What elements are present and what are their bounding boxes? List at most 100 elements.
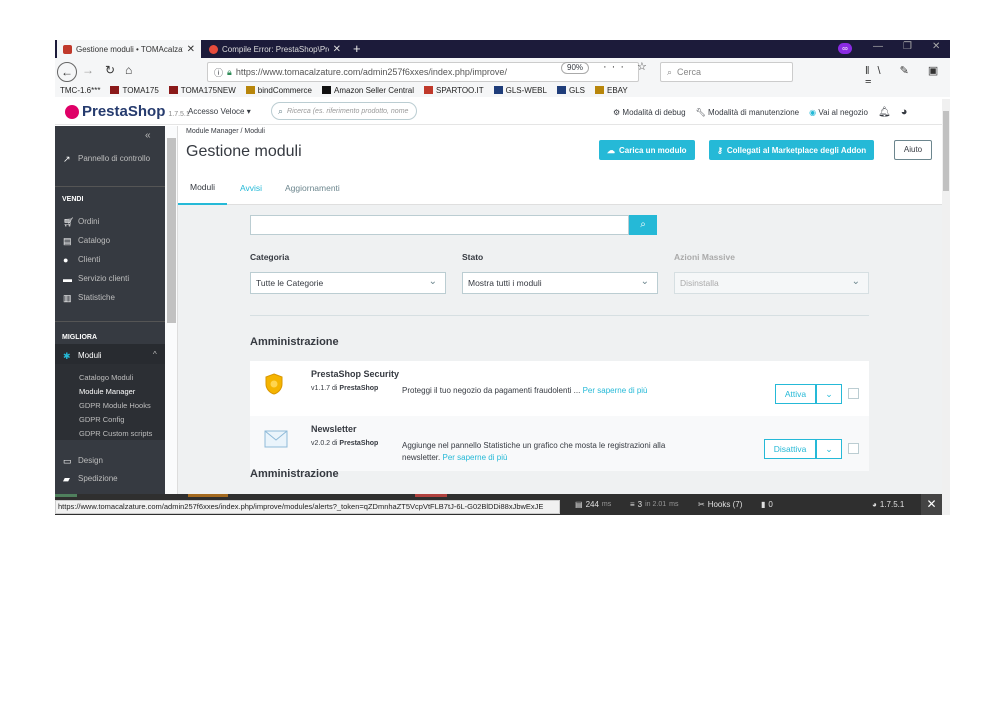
tab-alerts[interactable]: Avvisi <box>240 170 262 205</box>
scrollbar-thumb[interactable] <box>943 111 949 191</box>
search-icon: ⌕ <box>278 105 284 116</box>
user-icon: ● <box>63 254 69 265</box>
sidebar-item-dashboard[interactable]: ↗ Pannello di controllo <box>63 154 150 163</box>
maximize-icon[interactable]: ❐ <box>903 41 912 52</box>
read-more-link[interactable]: Per saperne di più <box>583 386 648 395</box>
debug-mode-link[interactable]: ⚙ Modalità di debug <box>613 108 686 117</box>
load-time-item[interactable]: ▤ 244 ms <box>575 500 611 509</box>
window-close-icon[interactable]: ✕ <box>932 41 940 52</box>
minimize-icon[interactable]: — <box>873 41 883 52</box>
sidebar-item-customers[interactable]: ● Clienti <box>63 255 100 264</box>
upload-module-button[interactable]: ☁ Carica un modulo <box>599 140 695 160</box>
divider <box>250 315 869 316</box>
enable-module-button[interactable]: Attiva <box>775 384 816 404</box>
admin-sidebar: « ↗ Pannello di controllo VENDI 🛒︎ Ordini… <box>55 126 165 494</box>
submenu-item-module-manager[interactable]: Module Manager <box>79 387 135 396</box>
sidebar-item-orders[interactable]: 🛒︎ Ordini <box>63 217 99 226</box>
key-icon: ⚷ <box>717 145 723 155</box>
marketplace-connect-button[interactable]: ⚷ Collegati al Marketplace degli Addon <box>709 140 875 160</box>
submenu-item-gdpr-config[interactable]: GDPR Config <box>79 415 124 424</box>
security-shield-icon <box>265 373 283 395</box>
bookmark[interactable]: Amazon Seller Central <box>322 86 414 95</box>
browser-tab-active[interactable]: Gestione moduli • TOMAcalzat ✕ <box>57 40 201 58</box>
module-search-button[interactable]: ⌕ <box>629 215 657 235</box>
header-actions: ⚙ Modalità di debug 🔧︎ Modalità di manut… <box>613 106 907 118</box>
module-search-input[interactable] <box>250 215 629 235</box>
category-select[interactable]: Tutte le Categorie ⌄ <box>250 272 446 294</box>
module-checkbox[interactable] <box>848 443 859 454</box>
home-icon[interactable]: ⌂ <box>125 63 132 77</box>
sidebar-item-design[interactable]: ▭ Design <box>63 456 103 465</box>
toolbar-status-segment <box>415 494 447 497</box>
employee-avatar-icon[interactable]: ◕ <box>901 106 908 118</box>
bookmark[interactable]: GLS <box>556 86 585 95</box>
page-actions-icon[interactable]: ··· ☆ <box>603 60 652 73</box>
browser-tab[interactable]: Compile Error: PrestaShop\Pre ✕ <box>203 40 347 58</box>
version-item[interactable]: ◕ 1.7.5.1 <box>872 500 904 509</box>
zoom-level[interactable]: 90% <box>561 62 590 74</box>
puzzle-icon: ✱ <box>63 350 71 361</box>
bulk-actions-select[interactable]: Disinstalla ⌄ <box>674 272 869 294</box>
info-icon[interactable]: ⓘ <box>214 66 223 79</box>
sidebar-divider <box>55 186 165 187</box>
go-to-shop-link[interactable]: ◉ Vai al negozio <box>809 108 868 117</box>
bookmark[interactable]: TOMA175 <box>110 86 159 95</box>
category-label: Categoria <box>250 252 290 262</box>
bookmark[interactable]: SPARTOO.IT <box>424 86 484 95</box>
sidebar-item-stats[interactable]: ▥ Statistiche <box>63 293 115 302</box>
scrollbar-thumb[interactable] <box>167 138 176 323</box>
sidebar-item-modules[interactable]: ✱ Moduli <box>63 351 102 360</box>
maintenance-mode-link[interactable]: 🔧︎ Modalità di manutenzione <box>696 108 800 117</box>
bookmark[interactable]: GLS-WEBL <box>493 86 547 95</box>
read-more-link[interactable]: Per saperne di più <box>442 453 507 462</box>
status-select[interactable]: Mostra tutti i moduli ⌄ <box>462 272 658 294</box>
collapse-sidebar-icon[interactable]: « <box>145 130 151 141</box>
chat-icon: ▬ <box>63 273 72 284</box>
module-name: Newsletter <box>311 424 357 434</box>
memory-icon: ▮ <box>761 500 766 509</box>
new-tab-button[interactable]: + <box>353 41 361 56</box>
admin-search-input[interactable]: ⌕ Ricerca (es. riferimento prodotto, nom… <box>271 102 417 120</box>
sidebar-item-catalog[interactable]: ▤ Catalogo <box>63 236 110 245</box>
bookmark[interactable]: EBAY <box>594 86 628 95</box>
bookmark[interactable]: bindCommerce <box>245 86 312 95</box>
search-icon: ⌕ <box>640 219 646 230</box>
chart-icon: ▥ <box>63 292 72 303</box>
sidebar-item-customer-service[interactable]: ▬ Servizio clienti <box>63 274 129 283</box>
forward-arrow-icon[interactable]: → <box>82 63 94 77</box>
bookmark-icon <box>493 86 503 94</box>
tab-updates[interactable]: Aggiornamenti <box>285 170 340 205</box>
memory-item[interactable]: ▮ 0 <box>761 500 773 509</box>
submenu-item-gdpr-hooks[interactable]: GDPR Module Hooks <box>79 401 151 410</box>
help-button[interactable]: Aiuto <box>894 140 932 160</box>
breadcrumb: Module Manager / Moduli <box>186 128 265 135</box>
submenu-item-module-catalog[interactable]: Catalogo Moduli <box>79 373 133 382</box>
browser-search-input[interactable]: ⌕ Cerca <box>660 62 793 82</box>
prestashop-logo[interactable]: PrestaShop 1.7.5.1 <box>65 103 190 120</box>
reload-icon[interactable]: ↻ <box>105 63 115 77</box>
bookmark[interactable]: TOMA175NEW <box>168 86 236 95</box>
bookmark[interactable]: TMC-1.6*** <box>60 86 100 95</box>
page-scrollbar[interactable] <box>942 99 950 515</box>
sidebar-item-shipping[interactable]: ▰ Spedizione <box>63 474 118 483</box>
quick-access-dropdown[interactable]: Accesso Veloce ▾ <box>188 107 251 116</box>
close-tab-icon[interactable]: ✕ <box>187 44 195 55</box>
search-placeholder: Cerca <box>677 67 702 77</box>
module-actions-dropdown[interactable]: ⌄ <box>816 384 842 404</box>
module-actions-dropdown[interactable]: ⌄ <box>816 439 842 459</box>
close-toolbar-button[interactable]: ✕ <box>921 494 942 515</box>
notifications-bell-icon[interactable]: 🔔︎ <box>878 107 891 118</box>
module-checkbox[interactable] <box>848 388 859 399</box>
admin-header: PrestaShop 1.7.5.1 Accesso Veloce ▾ ⌕ Ri… <box>55 99 942 125</box>
back-arrow-icon[interactable]: ← <box>57 62 77 82</box>
bookmark-icon <box>556 86 566 94</box>
bulk-actions-label: Azioni Massive <box>674 252 735 262</box>
tab-modules[interactable]: Moduli <box>178 170 228 205</box>
hooks-item[interactable]: ✂ Hooks (7) <box>698 500 742 509</box>
submenu-item-gdpr-scripts[interactable]: GDPR Custom scripts <box>79 429 152 438</box>
queries-item[interactable]: ≡ 3 in 2.01 ms <box>630 500 679 509</box>
close-tab-icon[interactable]: ✕ <box>333 44 341 55</box>
sidebar-scrollbar[interactable] <box>165 126 178 494</box>
eye-icon: ◉ <box>809 107 817 117</box>
disable-module-button[interactable]: Disattiva <box>764 439 816 459</box>
